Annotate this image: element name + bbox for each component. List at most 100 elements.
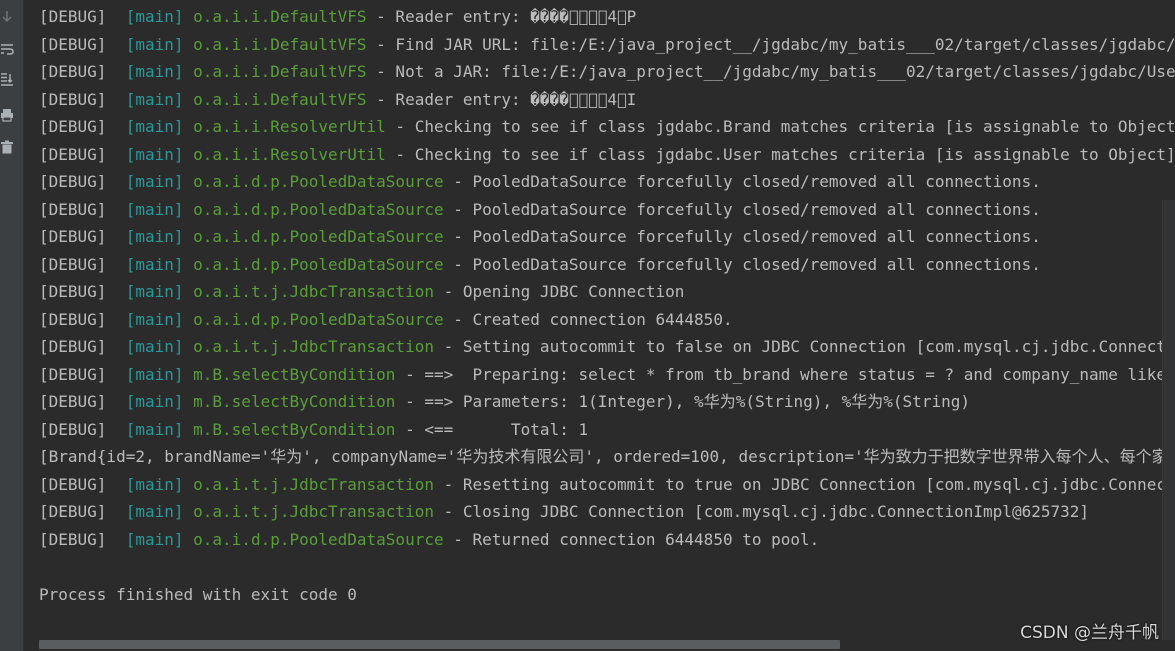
logger-name: o.a.i.i.DefaultVFS [193,62,367,81]
thread-name: [main] [125,62,184,81]
thread-name: [main] [125,337,184,356]
logger-name: m.B.selectByCondition [193,392,396,411]
log-level: [DEBUG] [39,227,107,246]
log-message: - Resetting autocommit to true on JDBC C… [443,474,1175,494]
console-line: [DEBUG] [main] o.a.i.t.j.JdbcTransaction… [39,278,1175,306]
thread-name: [main] [125,364,184,384]
log-level: [DEBUG] [39,34,107,54]
log-message: - Checking to see if class jgdabc.User m… [385,144,1175,164]
log-level: [DEBUG] [39,7,107,26]
log-level: [DEBUG] [39,529,107,549]
scroll-to-end-icon[interactable] [0,72,14,86]
log-message: - <== Total: 1 [395,419,589,439]
logger-name: o.a.i.d.p.PooledDataSource [193,227,444,246]
console-line: [Brand{id=2, brandName='华为', companyName… [39,443,1175,471]
console-line: [DEBUG] [main] o.a.i.d.p.PooledDataSourc… [39,223,1175,251]
log-level: [DEBUG] [39,474,107,494]
log-level: [DEBUG] [39,502,107,521]
thread-name: [main] [125,282,184,301]
watermark: CSDN @兰舟千帆 [1020,623,1159,643]
logger-name: o.a.i.d.p.PooledDataSource [193,529,444,549]
log-message: - Returned connection 6444850 to pool. [443,529,820,549]
logger-name: o.a.i.i.ResolverUtil [193,117,386,136]
logger-name: o.a.i.t.j.JdbcTransaction [193,282,434,301]
log-message: - PooledDataSource forcefully closed/rem… [443,172,1041,191]
logger-name: o.a.i.i.DefaultVFS [193,7,367,26]
console-line: Process finished with exit code 0 [39,581,1175,609]
console-output[interactable]: [DEBUG] [main] o.a.i.i.DefaultVFS - Read… [39,3,1175,608]
log-message: - Closing JDBC Connection [com.mysql.cj.… [433,502,1089,521]
log-level: [DEBUG] [39,62,107,81]
console-line: [DEBUG] [main] o.a.i.i.ResolverUtil - Ch… [39,141,1175,169]
logger-name: m.B.selectByCondition [193,419,396,439]
horizontal-scrollbar[interactable] [39,640,840,649]
thread-name: [main] [125,392,184,411]
console-line: [DEBUG] [main] o.a.i.i.DefaultVFS - Not … [39,58,1175,86]
logger-name: o.a.i.t.j.JdbcTransaction [193,474,434,494]
log-level: [DEBUG] [39,392,107,411]
console-line: [DEBUG] [main] o.a.i.i.ResolverUtil - Ch… [39,113,1175,141]
log-message: - ==> Preparing: select * from tb_brand … [395,364,1175,384]
thread-name: [main] [125,117,184,136]
console-line: [DEBUG] [main] o.a.i.t.j.JdbcTransaction… [39,498,1175,526]
logger-name: o.a.i.t.j.JdbcTransaction [193,502,434,521]
thread-name: [main] [125,419,184,439]
log-message: - Checking to see if class jgdabc.Brand … [385,117,1175,136]
console-line: [DEBUG] [main] m.B.selectByCondition - =… [39,361,1175,389]
console-line: [DEBUG] [main] o.a.i.d.p.PooledDataSourc… [39,306,1175,334]
thread-name: [main] [125,227,184,246]
console-line: [DEBUG] [main] o.a.i.i.DefaultVFS - Read… [39,86,1175,114]
thread-name: [main] [125,474,184,494]
console-line: [DEBUG] [main] o.a.i.i.DefaultVFS - Find… [39,31,1175,59]
log-level: [DEBUG] [39,89,107,109]
console-line: [DEBUG] [main] o.a.i.d.p.PooledDataSourc… [39,168,1175,196]
thread-name: [main] [125,144,184,164]
log-level: [DEBUG] [39,364,107,384]
logger-name: o.a.i.d.p.PooledDataSource [193,254,444,274]
console-toolbar [0,0,24,651]
log-message: - PooledDataSource forcefully closed/rem… [443,227,1041,246]
thread-name: [main] [125,199,184,219]
vertical-scrollbar[interactable] [1162,200,1175,640]
soft-wrap-icon[interactable] [0,42,14,56]
logger-name: o.a.i.d.p.PooledDataSource [193,309,444,329]
thread-name: [main] [125,309,184,329]
arrow-down-icon[interactable] [0,10,14,24]
log-level: [DEBUG] [39,419,107,439]
print-icon[interactable] [0,108,14,122]
trash-icon[interactable] [0,140,14,154]
log-message: - Setting autocommit to false on JDBC Co… [443,337,1175,356]
thread-name: [main] [125,254,184,274]
log-message: - Created connection 6444850. [443,309,733,329]
thread-name: [main] [125,7,184,26]
console-line: [DEBUG] [main] o.a.i.d.p.PooledDataSourc… [39,526,1175,554]
thread-name: [main] [125,89,184,109]
logger-name: o.a.i.i.ResolverUtil [193,144,386,164]
log-message: - Not a JAR: file:/E:/java_project__/jgd… [366,62,1175,81]
log-level: [DEBUG] [39,117,107,136]
thread-name: [main] [125,502,184,521]
log-message: - PooledDataSource forcefully closed/rem… [443,254,1041,274]
run-console-window: [DEBUG] [main] o.a.i.i.DefaultVFS - Read… [0,0,1175,651]
log-level: [DEBUG] [39,172,107,191]
logger-name: o.a.i.i.DefaultVFS [193,89,367,109]
logger-name: m.B.selectByCondition [193,364,396,384]
thread-name: [main] [125,529,184,549]
log-message: - Opening JDBC Connection [433,282,685,301]
log-message: - Find JAR URL: file:/E:/java_project__/… [376,34,1175,54]
logger-name: o.a.i.i.DefaultVFS [193,34,367,54]
log-level: [DEBUG] [39,144,107,164]
console-text: Process finished with exit code 0 [39,584,357,604]
logger-name: o.a.i.t.j.JdbcTransaction [193,337,434,356]
console-line: [DEBUG] [main] o.a.i.d.p.PooledDataSourc… [39,251,1175,279]
console-line: [DEBUG] [main] o.a.i.t.j.JdbcTransaction… [39,471,1175,499]
log-level: [DEBUG] [39,282,107,301]
console-line: [DEBUG] [main] m.B.selectByCondition - <… [39,416,1175,444]
log-level: [DEBUG] [39,199,107,219]
console-text: [Brand{id=2, brandName='华为', companyName… [39,447,1175,466]
log-level: [DEBUG] [39,309,107,329]
log-level: [DEBUG] [39,337,107,356]
logger-name: o.a.i.d.p.PooledDataSource [193,199,444,219]
console-line: [DEBUG] [main] o.a.i.t.j.JdbcTransaction… [39,333,1175,361]
log-message: - Reader entry: ����    4 I [366,89,637,109]
